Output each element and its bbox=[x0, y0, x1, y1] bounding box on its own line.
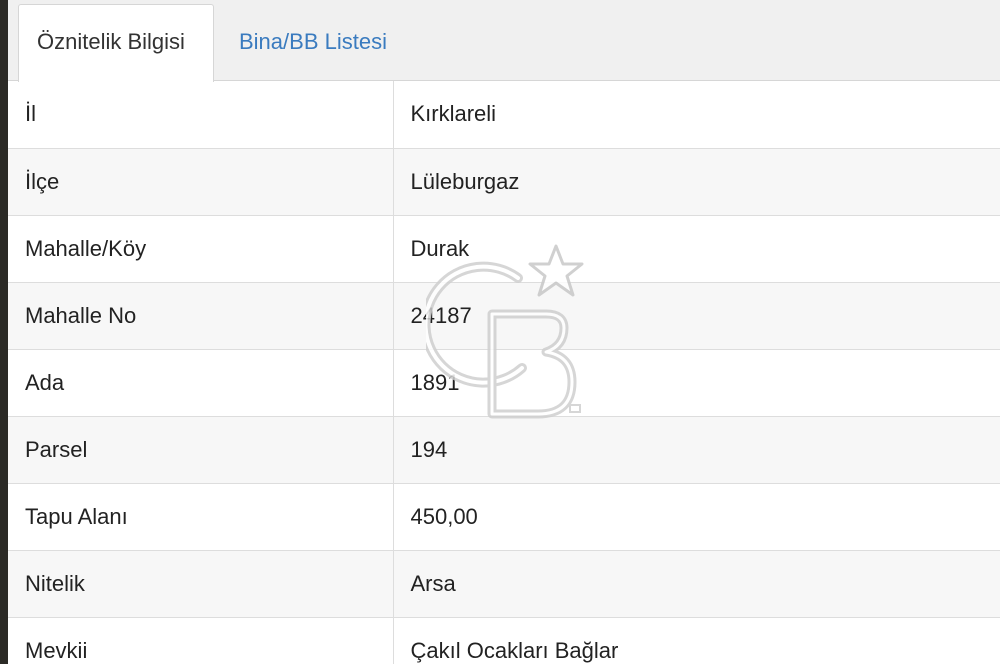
attribute-panel: Öznitelik Bilgisi Bina/BB Listesi İl Kır… bbox=[8, 0, 1000, 664]
row-key: Mevkii bbox=[8, 617, 394, 664]
attribute-table: İl Kırklareli İlçe Lüleburgaz Mahalle/Kö… bbox=[8, 81, 1000, 664]
table-row: Mahalle/Köy Durak bbox=[8, 215, 1000, 283]
table-row: Mevkii Çakıl Ocakları Bağlar bbox=[8, 617, 1000, 664]
table-row: Parsel 194 bbox=[8, 416, 1000, 484]
row-value: 450,00 bbox=[393, 483, 1000, 551]
table-row: İlçe Lüleburgaz bbox=[8, 148, 1000, 216]
row-key: Mahalle/Köy bbox=[8, 215, 394, 283]
table-row: Nitelik Arsa bbox=[8, 550, 1000, 618]
row-value: 1891 bbox=[393, 349, 1000, 417]
tab-bar: Öznitelik Bilgisi Bina/BB Listesi bbox=[8, 0, 1000, 82]
row-key: Ada bbox=[8, 349, 394, 417]
row-key: İl bbox=[8, 81, 394, 149]
row-value: Arsa bbox=[393, 550, 1000, 618]
row-value: Lüleburgaz bbox=[393, 148, 1000, 216]
row-key: Parsel bbox=[8, 416, 394, 484]
table-row: Mahalle No 24187 bbox=[8, 282, 1000, 350]
row-value: Kırklareli bbox=[393, 81, 1000, 149]
tab-building-list[interactable]: Bina/BB Listesi bbox=[220, 4, 406, 81]
row-value: Çakıl Ocakları Bağlar bbox=[393, 617, 1000, 664]
row-key: İlçe bbox=[8, 148, 394, 216]
row-value: 24187 bbox=[393, 282, 1000, 350]
tab-attribute-info[interactable]: Öznitelik Bilgisi bbox=[18, 4, 214, 82]
table-row: Ada 1891 bbox=[8, 349, 1000, 417]
row-key: Tapu Alanı bbox=[8, 483, 394, 551]
row-key: Mahalle No bbox=[8, 282, 394, 350]
row-key: Nitelik bbox=[8, 550, 394, 618]
table-row: İl Kırklareli bbox=[8, 81, 1000, 149]
row-value: 194 bbox=[393, 416, 1000, 484]
table-row: Tapu Alanı 450,00 bbox=[8, 483, 1000, 551]
row-value: Durak bbox=[393, 215, 1000, 283]
